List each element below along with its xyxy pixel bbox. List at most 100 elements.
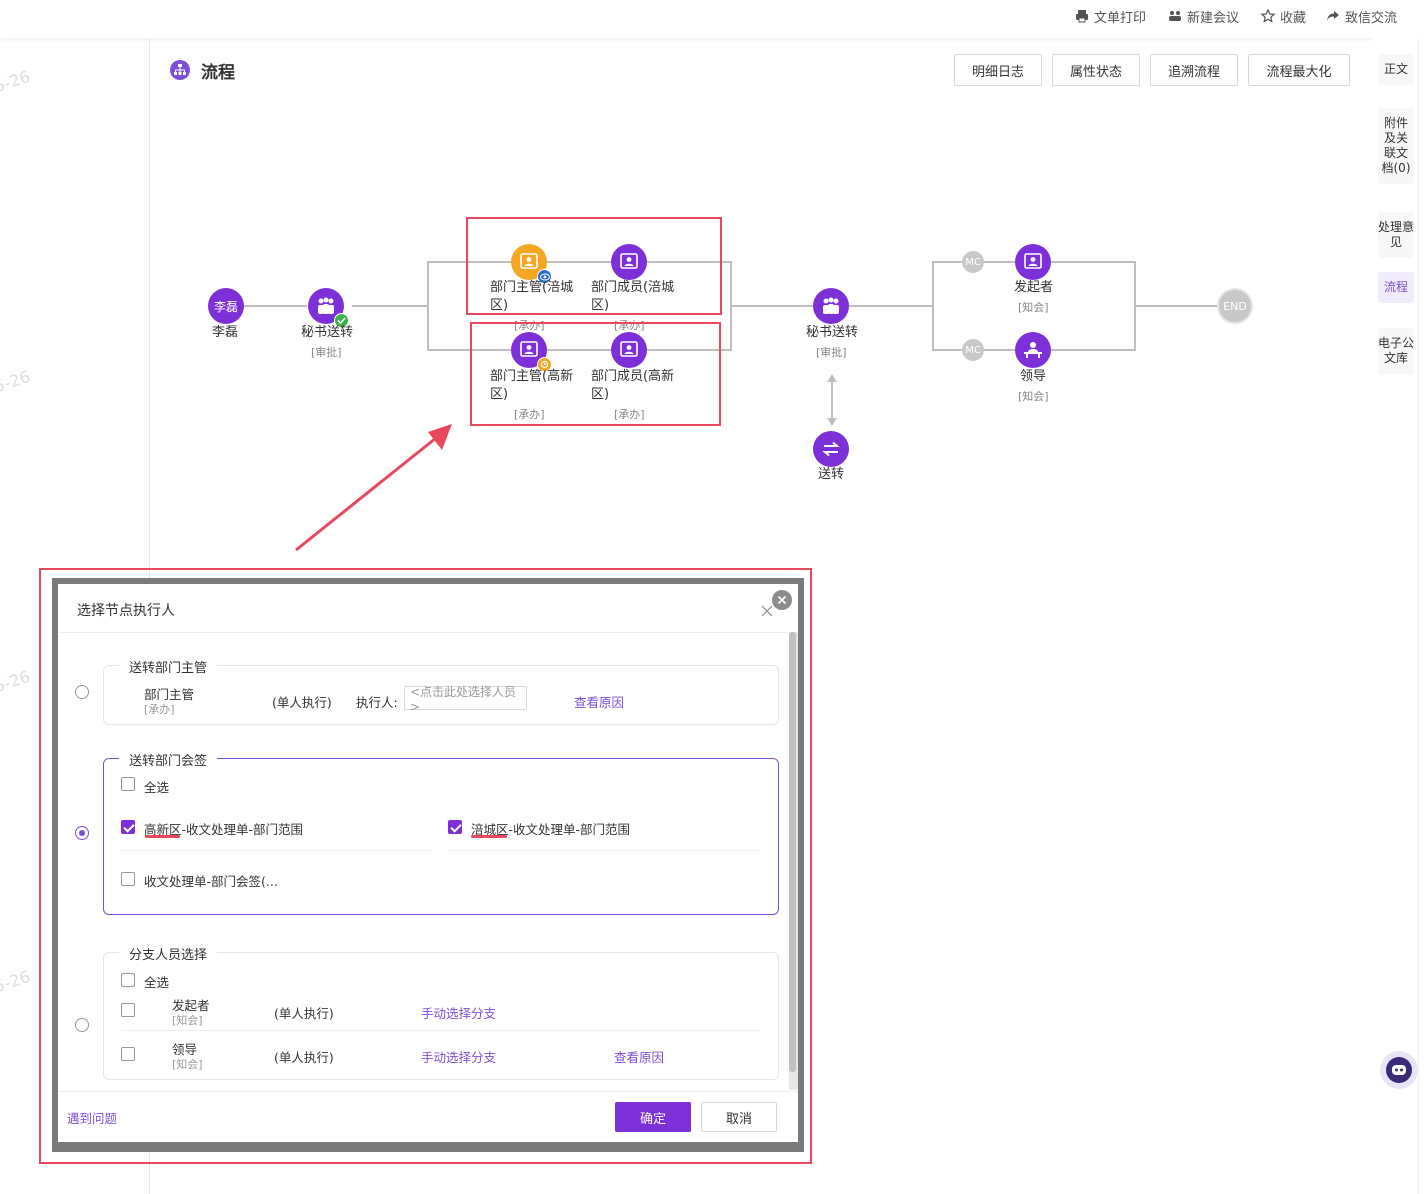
nav-item-attachments[interactable]: 附件及关联文档(0) bbox=[1378, 108, 1414, 184]
initiator-node-role: [知会] bbox=[1018, 301, 1049, 314]
share-icon bbox=[1327, 11, 1339, 21]
sec2-node-name: 秘书送转 bbox=[806, 325, 859, 340]
option-gaoxin-checkbox[interactable] bbox=[121, 820, 135, 834]
option-countersign-checkbox[interactable] bbox=[121, 872, 135, 886]
dialog-title: 选择节点执行人 bbox=[77, 603, 175, 619]
divider bbox=[121, 850, 431, 851]
radio-branch-select[interactable] bbox=[75, 1018, 89, 1032]
group-branch-select-legend: 分支人员选择 bbox=[119, 944, 218, 963]
branch-initiator-checkbox[interactable] bbox=[121, 1003, 135, 1017]
print-button[interactable]: 文单打印 bbox=[1075, 6, 1146, 26]
nav-item-body[interactable]: 正文 bbox=[1378, 54, 1414, 85]
gaoxin-highlight-box bbox=[470, 322, 721, 426]
sec1-node-role: [审批] bbox=[311, 346, 342, 359]
flow-line bbox=[427, 261, 429, 351]
sec2-node[interactable] bbox=[813, 288, 849, 324]
meeting-icon bbox=[1169, 11, 1181, 21]
nav-item-doc-library[interactable]: 电子公文库 bbox=[1378, 328, 1414, 374]
page-title: 流程 bbox=[201, 63, 235, 83]
share-button[interactable]: 致信交流 bbox=[1326, 6, 1397, 26]
flow-line bbox=[1135, 305, 1217, 307]
mc-node-icon[interactable]: MC bbox=[962, 251, 984, 273]
transfer-node[interactable] bbox=[813, 431, 849, 467]
flow-line bbox=[1051, 349, 1135, 351]
start-node-avatar[interactable]: 李磊 bbox=[208, 288, 244, 324]
divider bbox=[58, 632, 798, 633]
nav-item-opinions[interactable]: 处理意见 bbox=[1378, 212, 1414, 258]
sec2-node-role: [审批] bbox=[816, 346, 847, 359]
select-all-checkbox[interactable] bbox=[121, 777, 135, 791]
option-fuling-checkbox[interactable] bbox=[448, 820, 462, 834]
favorite-button[interactable]: 收藏 bbox=[1261, 6, 1306, 26]
assistant-button[interactable] bbox=[1380, 1051, 1418, 1089]
fuling-highlight-box bbox=[466, 217, 722, 315]
close-badge-icon[interactable] bbox=[772, 590, 792, 610]
option-countersign-label: 收文处理单-部门会签(... bbox=[144, 874, 278, 889]
flow-line bbox=[731, 305, 813, 307]
leader-node-role: [知会] bbox=[1018, 390, 1049, 403]
red-underline bbox=[471, 835, 507, 838]
favorite-label: 收藏 bbox=[1280, 10, 1307, 26]
confirm-button[interactable]: 确定 bbox=[615, 1102, 691, 1132]
start-node-name: 李磊 bbox=[212, 325, 239, 340]
sec1-node[interactable] bbox=[308, 288, 349, 328]
select-all-label: 全选 bbox=[144, 780, 170, 795]
transfer-node-name: 送转 bbox=[818, 467, 845, 482]
trace-flow-button[interactable]: 追溯流程 bbox=[1150, 54, 1238, 86]
branch-select-all-checkbox[interactable] bbox=[121, 973, 135, 987]
watermark: 5-26 bbox=[0, 666, 33, 697]
watermark: 5-26 bbox=[0, 366, 33, 397]
nav-item-flow[interactable]: 流程 bbox=[1378, 272, 1414, 303]
manual-branch-link[interactable]: 手动选择分支 bbox=[421, 1003, 496, 1022]
executor-picker[interactable]: <点击此处选择人员> bbox=[404, 685, 527, 714]
divider bbox=[121, 1030, 761, 1031]
branch-initiator-mode: (单人执行) bbox=[274, 1006, 334, 1021]
view-reason-link[interactable]: 查看原因 bbox=[574, 692, 624, 711]
maximize-flow-button[interactable]: 流程最大化 bbox=[1248, 54, 1350, 86]
robot-icon bbox=[1386, 1057, 1412, 1083]
leader-node[interactable] bbox=[1015, 332, 1051, 368]
manual-branch-link[interactable]: 手动选择分支 bbox=[421, 1047, 496, 1066]
end-node: END bbox=[1217, 288, 1253, 324]
sec1-node-name: 秘书送转 bbox=[301, 325, 354, 340]
dept-head-mode: (单人执行) bbox=[272, 695, 332, 710]
flow-icon bbox=[170, 60, 190, 80]
divider bbox=[448, 850, 760, 851]
initiator-node[interactable] bbox=[1015, 244, 1051, 280]
mc-node-icon[interactable]: MC bbox=[962, 339, 984, 361]
flow-line bbox=[849, 305, 933, 307]
new-meeting-button[interactable]: 新建会议 bbox=[1168, 6, 1239, 26]
flow-line bbox=[244, 305, 307, 307]
group-icon bbox=[318, 297, 334, 314]
branch-leader-checkbox[interactable] bbox=[121, 1047, 135, 1061]
radio-dept-countersign[interactable] bbox=[75, 826, 89, 840]
new-meeting-label: 新建会议 bbox=[1187, 10, 1240, 26]
share-label: 致信交流 bbox=[1345, 10, 1398, 26]
top-toolbar: 文单打印 新建会议 收藏 致信交流 bbox=[0, 0, 1428, 38]
watermark: 5-26 bbox=[0, 966, 33, 997]
executor-label: 执行人: bbox=[356, 695, 398, 710]
branch-initiator-role: [知会] bbox=[172, 1014, 203, 1027]
red-arrow-icon bbox=[295, 424, 452, 552]
print-label: 文单打印 bbox=[1094, 10, 1147, 26]
flow-line bbox=[984, 261, 1016, 263]
divider bbox=[58, 1091, 798, 1092]
property-status-button[interactable]: 属性状态 bbox=[1052, 54, 1140, 86]
option-fuling-rest: -收文处理单-部门范围 bbox=[508, 822, 631, 837]
cancel-button[interactable]: 取消 bbox=[701, 1102, 777, 1132]
person-card-icon bbox=[1024, 253, 1042, 269]
scrollbar-thumb[interactable] bbox=[789, 632, 796, 1072]
radio-dept-head[interactable] bbox=[75, 685, 89, 699]
branch-leader-role: [知会] bbox=[172, 1058, 203, 1071]
select-executor-dialog: 选择节点执行人 送转部门主管 部门主管 [承办] (单人执行) 执行人: <点击… bbox=[58, 584, 798, 1142]
help-link[interactable]: 遇到问题 bbox=[67, 1108, 117, 1127]
watermark: 5-26 bbox=[0, 66, 33, 97]
right-nav: 正文 附件及关联文档(0) 处理意见 流程 电子公文库 bbox=[1372, 38, 1428, 1194]
flow-line bbox=[932, 261, 962, 263]
initiator-node-name: 发起者 bbox=[1014, 280, 1054, 295]
flow-line bbox=[984, 349, 1016, 351]
detail-log-button[interactable]: 明细日志 bbox=[954, 54, 1042, 86]
double-arrow-icon bbox=[827, 374, 837, 426]
flow-line bbox=[1051, 261, 1135, 263]
view-reason-link[interactable]: 查看原因 bbox=[614, 1047, 664, 1066]
